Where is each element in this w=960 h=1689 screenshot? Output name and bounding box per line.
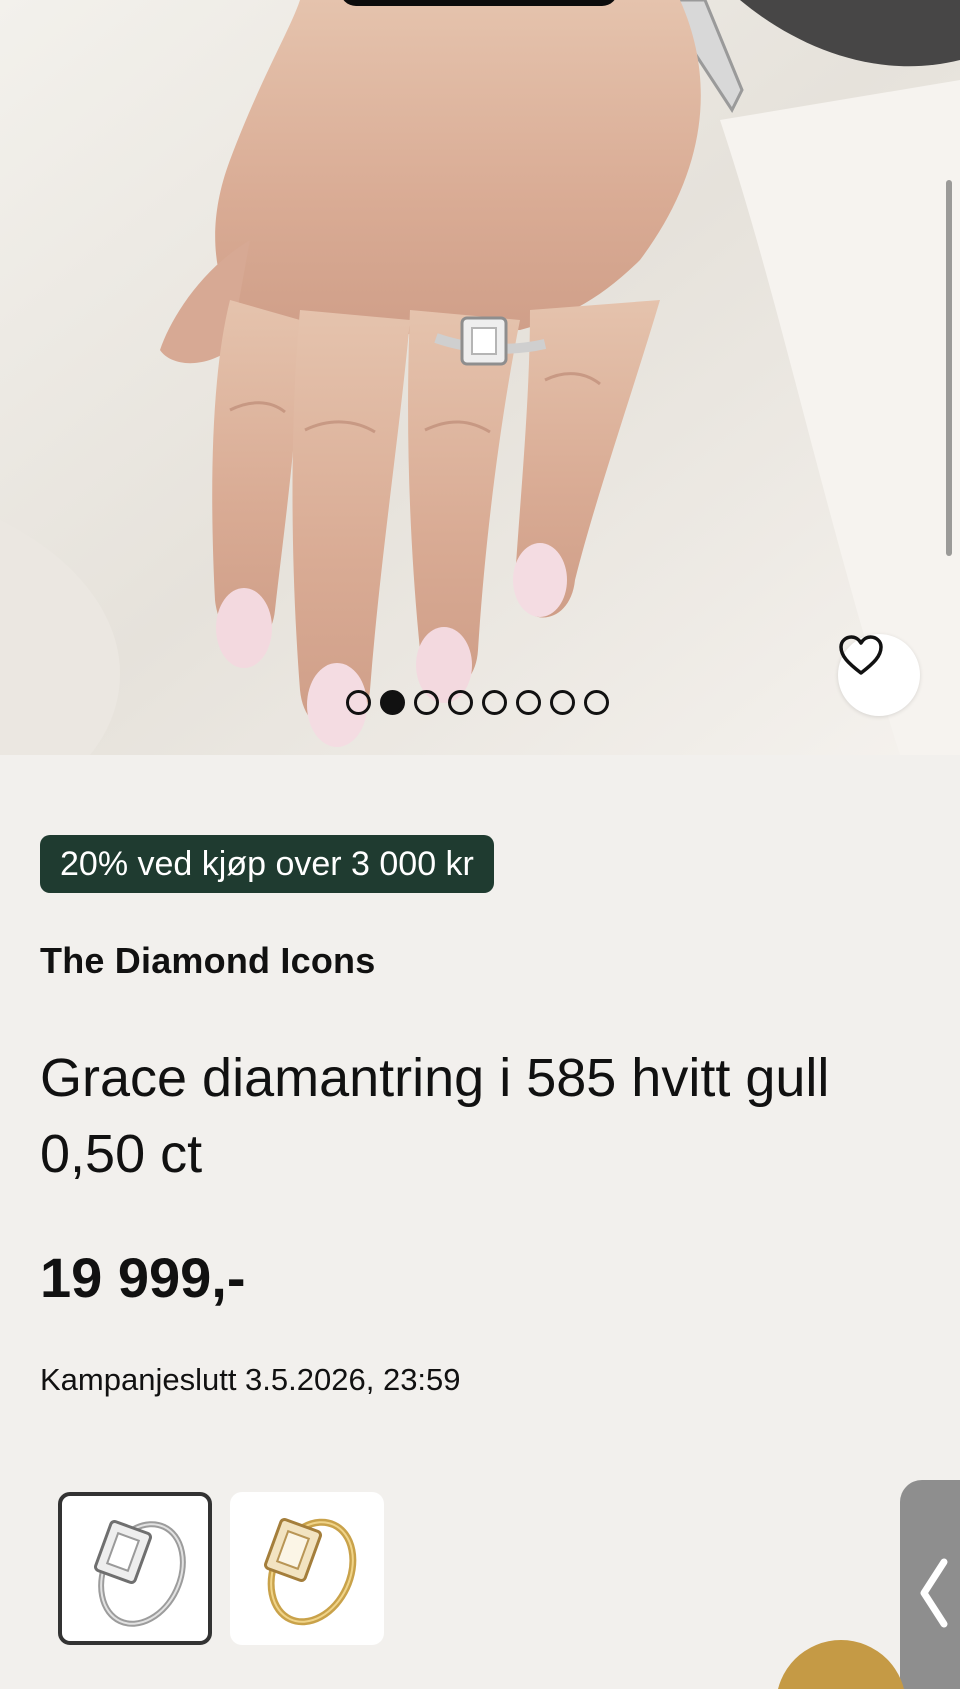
variant-thumbnail-white-gold[interactable] (58, 1492, 212, 1645)
chevron-left-icon (920, 1558, 948, 1628)
yellow-gold-ring-image (264, 1518, 357, 1626)
side-drawer-tab[interactable] (900, 1480, 960, 1689)
product-page: 20% ved kjøp over 3 000 kr The Diamond I… (0, 0, 960, 1689)
carousel-dot[interactable] (414, 689, 439, 715)
brand-link[interactable]: The Diamond Icons (40, 940, 375, 982)
carousel-dot[interactable] (482, 689, 507, 715)
carousel-dot[interactable] (346, 689, 371, 715)
hand-ring-photo (0, 0, 960, 755)
white-gold-ring-image (94, 1520, 186, 1627)
promo-badge: 20% ved kjøp over 3 000 kr (40, 835, 494, 893)
carousel-dot[interactable] (584, 689, 609, 715)
carousel-dots (346, 689, 609, 715)
carousel-dot[interactable] (380, 689, 405, 715)
variant-thumbnail-yellow-gold[interactable] (230, 1492, 384, 1645)
carousel-dot[interactable] (516, 689, 541, 715)
product-hero-image[interactable] (0, 0, 960, 755)
campaign-end-text: Kampanjeslutt 3.5.2026, 23:59 (40, 1362, 461, 1397)
carousel-dot[interactable] (550, 689, 575, 715)
heart-outline-icon (839, 635, 883, 675)
product-price: 19 999,- (40, 1246, 246, 1309)
device-notch (340, 0, 618, 6)
carousel-dot[interactable] (448, 689, 473, 715)
page-scrollbar[interactable] (946, 180, 952, 556)
chat-floating-button[interactable] (776, 1640, 906, 1689)
favorite-button[interactable] (838, 634, 920, 716)
product-title: Grace diamantring i 585 hvitt gull 0,50 … (40, 1048, 830, 1184)
